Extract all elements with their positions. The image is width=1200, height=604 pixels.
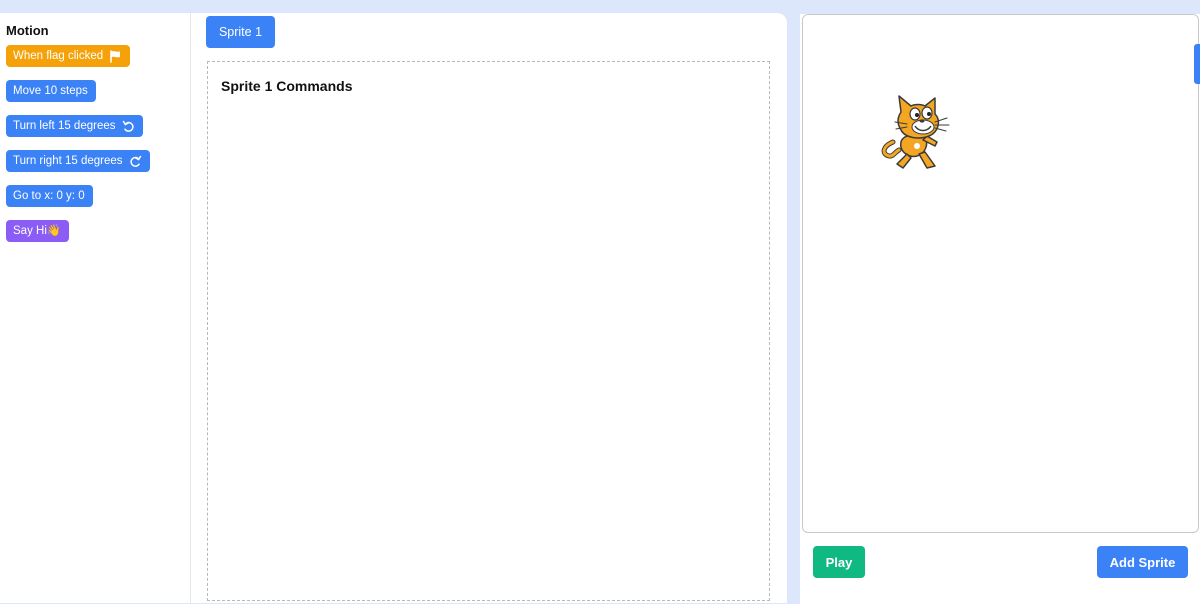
block-label: Turn left 15 degrees — [13, 120, 116, 132]
block-go-to-xy[interactable]: Go to x: 0 y: 0 — [6, 185, 93, 207]
stage-canvas[interactable] — [802, 14, 1199, 533]
block-label: Move 10 steps — [13, 85, 88, 97]
block-when-flag-clicked[interactable]: When flag clicked — [6, 45, 131, 67]
block-turn-left[interactable]: Turn left 15 degrees — [6, 115, 143, 137]
add-sprite-button[interactable]: Add Sprite — [1097, 546, 1188, 578]
block-label: Say Hi👋 — [13, 225, 62, 237]
block-label: Go to x: 0 y: 0 — [13, 190, 85, 202]
rotate-left-icon — [122, 120, 135, 133]
play-button[interactable]: Play — [813, 546, 865, 578]
scratch-cat-icon[interactable] — [879, 94, 961, 176]
rotate-right-icon — [129, 155, 142, 168]
commands-title: Sprite 1 Commands — [221, 78, 353, 94]
block-move-steps[interactable]: Move 10 steps — [6, 80, 96, 102]
block-label: When flag clicked — [13, 50, 104, 62]
commands-drop-area[interactable]: Sprite 1 Commands — [207, 61, 770, 601]
palette-title: Motion — [6, 23, 49, 38]
block-turn-right[interactable]: Turn right 15 degrees — [6, 150, 150, 172]
sprite-tab[interactable]: Sprite 1 — [206, 16, 275, 48]
flag-icon — [109, 49, 122, 63]
app-shell: Motion When flag clicked Move 10 steps T… — [0, 0, 1200, 604]
block-label: Turn right 15 degrees — [13, 155, 123, 167]
stage-scroll-handle[interactable] — [1194, 44, 1200, 84]
block-palette: Motion When flag clicked Move 10 steps T… — [0, 13, 191, 603]
block-say-hi[interactable]: Say Hi👋 — [6, 220, 70, 242]
